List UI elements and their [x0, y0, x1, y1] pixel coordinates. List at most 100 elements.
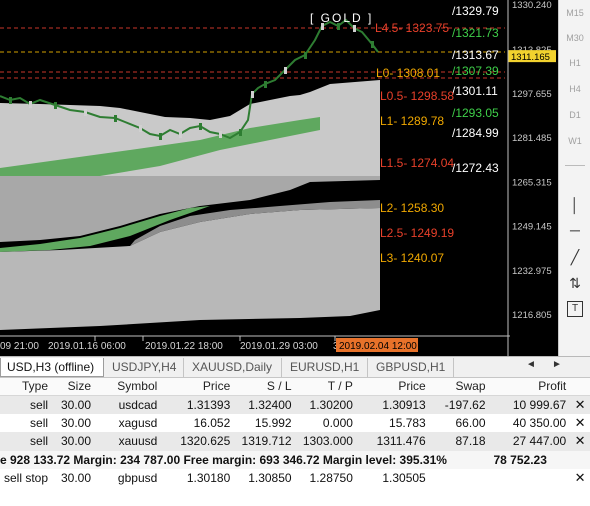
time-axis-label: 2019.01.22 18:00 — [145, 341, 223, 352]
candle — [114, 115, 117, 122]
tab-scroll-left-icon[interactable]: ◄ — [526, 359, 536, 370]
level-label: L2- 1258.30 — [380, 201, 444, 215]
candle — [159, 133, 162, 140]
fib-price-label: /1321.73 — [452, 26, 499, 40]
close-order-icon[interactable]: ✕ — [570, 395, 590, 414]
table-cell: 1.30913 — [382, 397, 426, 412]
column-header[interactable]: S / L — [234, 378, 296, 396]
tab-chart[interactable]: USD,H3 (offline) — [0, 358, 104, 377]
table-cell: 1.32400 — [248, 397, 292, 412]
table-cell: 1303.000 — [302, 434, 353, 449]
table-cell: 87.18 — [455, 434, 486, 449]
table-row[interactable]: sell 30.00 usdcad 1.31393 1.32400 1.30200 1.30… — [0, 395, 590, 414]
level-label: L1.5- 1274.04 — [380, 156, 454, 170]
candle — [9, 97, 12, 104]
chart-canvas[interactable]: 1330.2401313.8251297.6551281.4851265.315… — [0, 0, 558, 356]
candle — [264, 81, 267, 88]
tab-chart[interactable]: EURUSD,H1 — [284, 358, 368, 377]
table-cell: 1.30180 — [186, 471, 231, 486]
table-cell: 27 447.00 — [512, 434, 567, 449]
table-cell: 1.31393 — [186, 397, 231, 412]
vertical-line-icon[interactable]: │ — [567, 197, 583, 213]
candle — [219, 131, 222, 138]
tab-chart[interactable]: XAUUSD,Daily — [186, 358, 282, 377]
arrows-icon[interactable]: ⇅ — [567, 275, 583, 291]
table-cell: usdcad — [118, 397, 158, 412]
time-axis-label: 2019.01.16 06:00 — [48, 341, 126, 352]
level-label: L2.5- 1249.19 — [380, 226, 454, 240]
fib-price-label: /1284.99 — [452, 126, 499, 140]
column-header[interactable]: Swap — [429, 378, 490, 396]
tab-chart[interactable]: GBPUSD,H1 — [370, 358, 454, 377]
close-order-icon[interactable]: ✕ — [570, 469, 590, 488]
column-header-close — [570, 378, 590, 396]
total-profit: 78 752.23 — [493, 452, 547, 467]
price-axis-label: 1232.975 — [512, 266, 552, 277]
candle — [179, 131, 182, 138]
table-cell: 40 350.00 — [512, 415, 567, 430]
summary-spacer — [570, 451, 590, 470]
chart-tab-bar: USD,H3 (offline) USDJPY,H4 XAUUSD,Daily EUR… — [0, 356, 590, 378]
timeframe-d1[interactable]: D1 — [559, 110, 590, 120]
price-axis-label: 1297.655 — [512, 89, 552, 100]
table-cell: xauusd — [118, 434, 158, 449]
candle — [304, 52, 307, 59]
account-summary-text: e 928 133.72 Margin: 234 787.00 Free mar… — [0, 452, 447, 467]
table-cell: xagusd — [118, 415, 158, 430]
fib-price-label: /1301.11 — [452, 84, 498, 98]
text-label-icon[interactable]: T — [567, 301, 583, 317]
table-cell: 1320.625 — [180, 434, 231, 449]
timeframe-m30[interactable]: M30 — [559, 33, 590, 43]
table-row[interactable]: sell 30.00 xauusd 1320.625 1319.712 1303.000 1… — [0, 432, 590, 451]
level-label: L3- 1240.07 — [380, 251, 444, 265]
column-header[interactable]: Price — [161, 378, 235, 396]
table-cell — [490, 469, 571, 488]
level-label: L0.5- 1298.58 — [380, 89, 454, 103]
table-cell: 15.992 — [254, 415, 292, 430]
price-axis-label: 1281.485 — [512, 133, 552, 144]
close-order-icon[interactable]: ✕ — [570, 432, 590, 451]
column-header[interactable]: Type — [0, 378, 53, 396]
candle — [284, 67, 287, 74]
table-cell: 30.00 — [60, 434, 92, 449]
column-header[interactable]: Price — [356, 378, 430, 396]
table-cell: 16.052 — [193, 415, 231, 430]
price-axis-label: 1216.805 — [512, 310, 552, 321]
tab-scroll-right-icon[interactable]: ► — [552, 359, 562, 370]
table-cell: sell — [30, 415, 49, 430]
fib-price-label: /1313.67 — [452, 48, 499, 62]
pending-order-row[interactable]: sell stop 30.00 gbpusd 1.30180 1.30850 1.2875… — [0, 469, 590, 488]
column-header[interactable]: Symbol — [95, 378, 162, 396]
fib-price-label: /1307.39 — [452, 64, 499, 78]
candle — [371, 41, 374, 48]
table-cell: 1.30850 — [248, 471, 292, 486]
column-header[interactable]: Size — [52, 378, 96, 396]
time-axis-label: 09 21:00 — [0, 341, 39, 352]
table-header-row: Type Size Symbol Price S / LT / P Price Swap Pr… — [0, 378, 590, 396]
close-order-icon[interactable]: ✕ — [570, 414, 590, 433]
table-cell: 66.00 — [455, 415, 486, 430]
candle — [251, 91, 254, 98]
candle — [139, 125, 142, 132]
horizontal-line-icon[interactable]: ─ — [567, 222, 583, 238]
table-row[interactable]: sell 30.00 xagusd 16.052 15.992 0.000 15.783 66… — [0, 414, 590, 433]
price-chart[interactable]: 1330.2401313.8251297.6551281.4851265.315… — [0, 0, 558, 356]
column-header[interactable]: T / P — [295, 378, 357, 396]
timeframe-h4[interactable]: H4 — [559, 84, 590, 94]
timeframe-h1[interactable]: H1 — [559, 58, 590, 68]
symbol-label: [ GOLD ] — [310, 11, 373, 25]
current-price-label: 1311.165 — [511, 52, 550, 63]
timeframe-m15[interactable]: M15 — [559, 8, 590, 18]
column-header[interactable]: Profit — [489, 378, 571, 396]
account-summary-row: e 928 133.72 Margin: 234 787.00 Free mar… — [0, 450, 590, 470]
table-cell: sell — [30, 397, 49, 412]
candle — [353, 25, 356, 32]
tab-chart[interactable]: USDJPY,H4 — [106, 358, 184, 377]
time-highlight-label: 2019.02.04 12:00 — [339, 341, 417, 352]
candle — [199, 123, 202, 130]
trendline-icon[interactable]: ╱ — [567, 249, 583, 265]
timeframe-w1[interactable]: W1 — [559, 136, 590, 146]
price-axis-label: 1330.240 — [512, 0, 552, 11]
fib-price-label: /1293.05 — [452, 106, 499, 120]
candle — [54, 102, 57, 109]
